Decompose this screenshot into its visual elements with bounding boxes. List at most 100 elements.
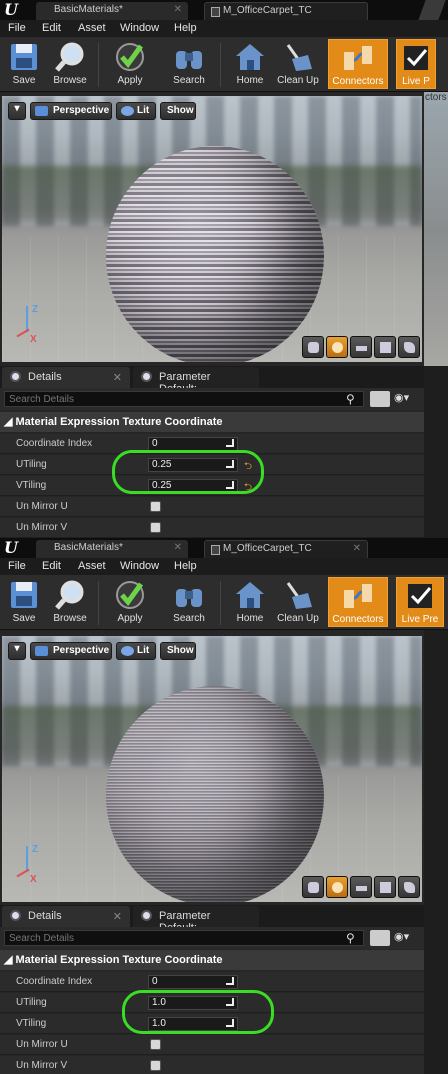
tab-parameter-defaults[interactable]: Parameter Default:	[133, 367, 259, 395]
close-icon[interactable]: ✕	[113, 371, 122, 384]
tab-details[interactable]: Details ✕	[2, 906, 130, 927]
prop-label: UTiling	[16, 997, 47, 1008]
tab-material[interactable]: M_OfficeCarpet_TC ✕	[204, 540, 368, 558]
home-button[interactable]: Home	[230, 39, 270, 89]
search-details-input[interactable]	[4, 930, 364, 946]
parameter-icon	[141, 910, 152, 921]
connectors-icon	[342, 580, 374, 612]
toolbar: Save Browse Apply Search Home Clean Up C…	[0, 37, 448, 92]
perspective-button[interactable]: Perspective	[30, 102, 112, 120]
editor-panel-bottom: U BasicMaterials* ✕ M_OfficeCarpet_TC ✕ …	[0, 538, 448, 1074]
tab-basic-materials[interactable]: BasicMaterials* ✕	[36, 2, 188, 20]
sphere-shape-button[interactable]	[326, 876, 348, 898]
un-mirror-u-checkbox[interactable]	[150, 1039, 161, 1050]
clean-up-label: Clean Up	[277, 75, 319, 86]
preview-sphere	[106, 146, 324, 362]
apply-label: Apply	[117, 613, 143, 624]
cylinder-shape-button[interactable]	[302, 336, 324, 358]
material-preview-viewport[interactable]: ▾ Perspective Lit Show Z X	[2, 636, 422, 902]
toolbar-separator	[220, 43, 221, 87]
viewport-options-dropdown[interactable]: ▾	[8, 642, 26, 660]
window-edge	[418, 0, 446, 20]
perspective-label: Perspective	[53, 645, 110, 656]
checkmark-icon	[114, 579, 146, 611]
category-header[interactable]: ◢ Material Expression Texture Coordinate	[0, 412, 424, 432]
search-button[interactable]: Search	[166, 39, 212, 89]
tab-parameter-defaults[interactable]: Parameter Default:	[133, 906, 259, 934]
cube-shape-button[interactable]	[374, 336, 396, 358]
material-preview-viewport[interactable]: ▾ Perspective Lit Show Z X	[2, 96, 422, 362]
sphere-shape-button[interactable]	[326, 336, 348, 358]
lit-label: Lit	[137, 645, 150, 656]
menu-edit[interactable]: Edit	[42, 560, 61, 572]
menu-file[interactable]: File	[8, 22, 26, 34]
menu-help[interactable]: Help	[174, 22, 197, 34]
coordinate-index-field[interactable]: 0	[148, 437, 238, 451]
menu-asset[interactable]: Asset	[78, 22, 106, 34]
cylinder-shape-button[interactable]	[302, 876, 324, 898]
field-value: 0	[152, 976, 158, 987]
connectors-button[interactable]: Connectors	[328, 577, 388, 627]
lit-button[interactable]: Lit	[116, 642, 156, 660]
browse-label: Browse	[53, 613, 87, 624]
apply-button[interactable]: Apply	[108, 577, 152, 627]
menu-file[interactable]: File	[8, 560, 26, 572]
show-button[interactable]: Show	[160, 642, 196, 660]
close-icon[interactable]: ✕	[174, 4, 182, 15]
category-header[interactable]: ◢ Material Expression Texture Coordinate	[0, 950, 424, 970]
home-button[interactable]: Home	[230, 577, 270, 627]
plane-shape-button[interactable]	[350, 876, 372, 898]
coordinate-index-field[interactable]: 0	[148, 975, 238, 989]
browse-button[interactable]: Browse	[48, 577, 92, 627]
view-options-icon[interactable]	[370, 391, 390, 407]
un-mirror-v-checkbox[interactable]	[150, 1060, 161, 1071]
tab-basic-materials[interactable]: BasicMaterials* ✕	[36, 540, 188, 558]
tab-material[interactable]: M_OfficeCarpet_TC	[204, 2, 368, 20]
search-button[interactable]: Search	[166, 577, 212, 627]
viewport-options-dropdown[interactable]: ▾	[8, 102, 26, 120]
prop-row-un-mirror-v: Un Mirror V	[0, 1056, 424, 1074]
view-options-icon[interactable]	[370, 930, 390, 946]
search-details-input[interactable]	[4, 391, 364, 407]
custom-mesh-shape-button[interactable]	[398, 876, 420, 898]
details-tab-label: Details	[28, 371, 62, 383]
custom-mesh-shape-button[interactable]	[398, 336, 420, 358]
save-button[interactable]: Save	[4, 39, 44, 89]
prop-row-coordinate-index: Coordinate Index 0	[0, 972, 424, 992]
menu-edit[interactable]: Edit	[42, 22, 61, 34]
cube-shape-button[interactable]	[374, 876, 396, 898]
clean-up-button[interactable]: Clean Up	[274, 39, 322, 89]
menu-asset[interactable]: Asset	[78, 560, 106, 572]
lit-button[interactable]: Lit	[116, 102, 156, 120]
spin-handle-icon[interactable]	[226, 977, 234, 985]
connectors-button[interactable]: Connectors	[328, 39, 388, 89]
apply-button[interactable]: Apply	[108, 39, 152, 89]
close-icon[interactable]: ✕	[113, 910, 122, 923]
close-icon[interactable]: ✕	[174, 542, 182, 553]
menu-help[interactable]: Help	[174, 560, 197, 572]
plane-shape-button[interactable]	[350, 336, 372, 358]
browse-button[interactable]: Browse	[48, 39, 92, 89]
show-button[interactable]: Show	[160, 102, 196, 120]
home-label: Home	[236, 75, 264, 86]
clean-up-button[interactable]: Clean Up	[274, 577, 322, 627]
background-window-strip: ctors	[424, 92, 448, 538]
z-axis-label: Z	[32, 304, 39, 315]
tab-details[interactable]: Details ✕	[2, 367, 130, 388]
live-preview-button[interactable]: Live P	[396, 39, 436, 89]
show-label: Show	[167, 105, 194, 116]
save-button[interactable]: Save	[4, 577, 44, 627]
close-icon[interactable]: ✕	[353, 543, 361, 554]
z-axis-label: Z	[32, 844, 39, 855]
un-mirror-u-checkbox[interactable]	[150, 501, 161, 512]
live-preview-button[interactable]: Live Pre	[396, 577, 444, 627]
eye-icon[interactable]: ◉▾	[394, 930, 420, 946]
eye-icon[interactable]: ◉▾	[394, 391, 420, 407]
unreal-logo-icon: U	[4, 0, 18, 19]
un-mirror-v-checkbox[interactable]	[150, 522, 161, 533]
menu-window[interactable]: Window	[120, 22, 159, 34]
perspective-button[interactable]: Perspective	[30, 642, 112, 660]
menu-window[interactable]: Window	[120, 560, 159, 572]
spin-handle-icon[interactable]	[226, 439, 234, 447]
save-icon	[8, 41, 40, 73]
